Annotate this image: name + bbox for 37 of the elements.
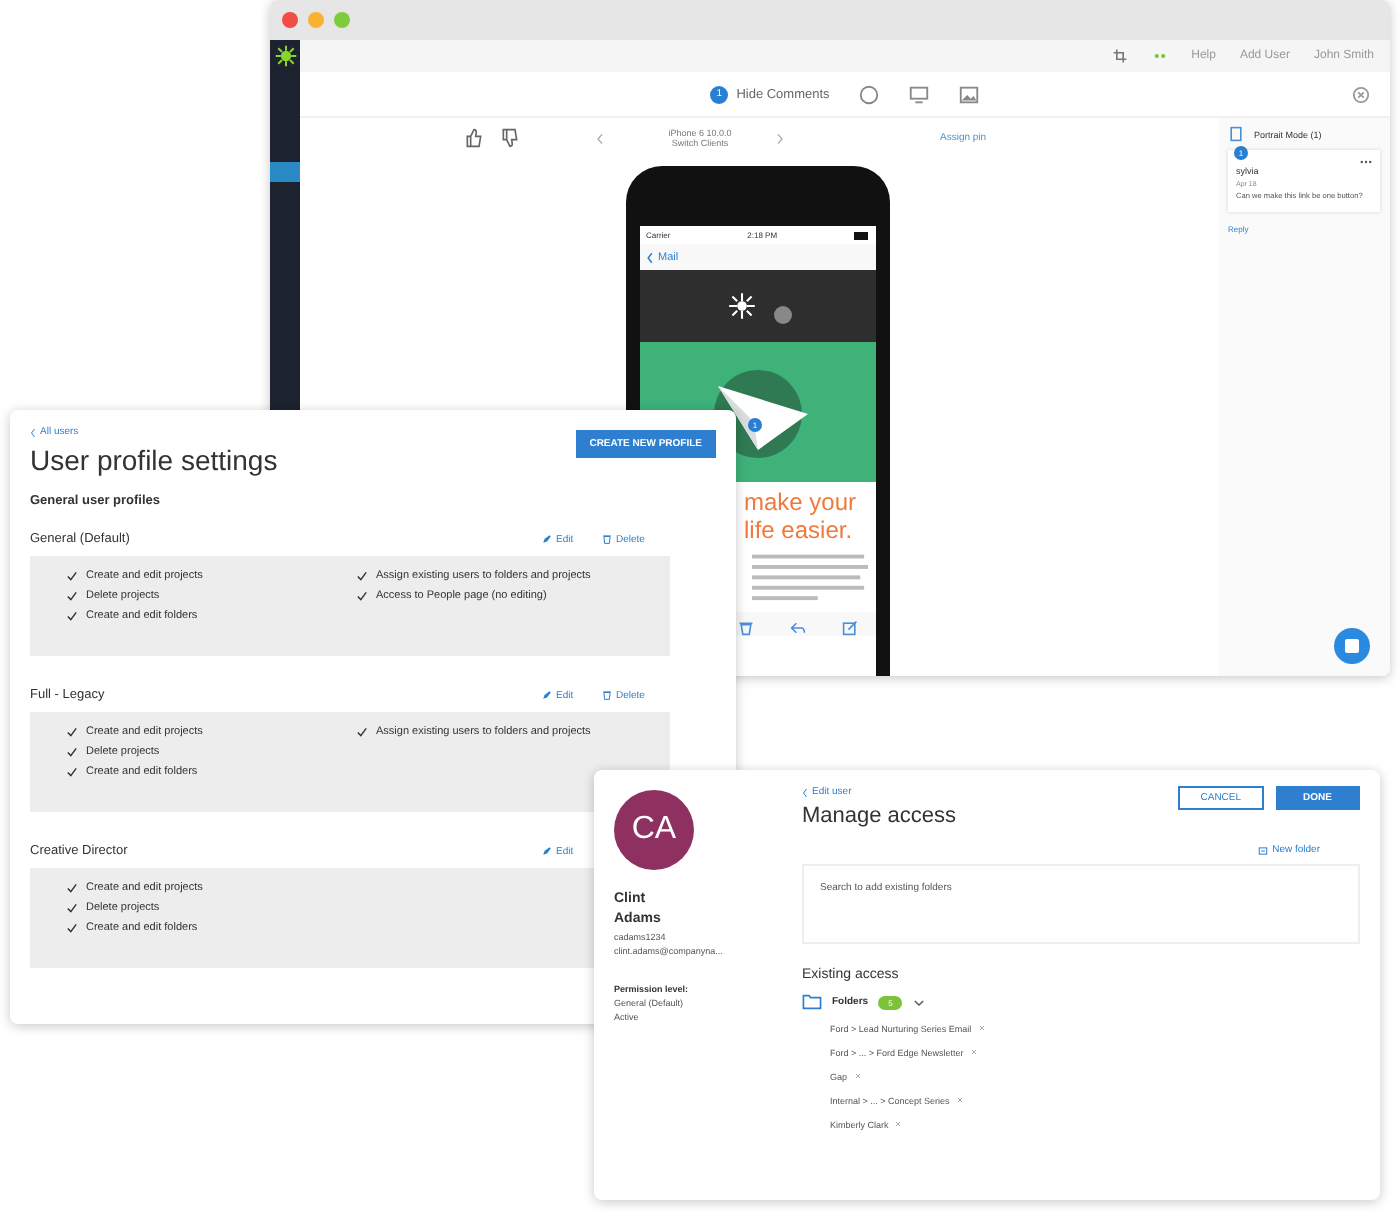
back-chevron-icon[interactable] [802,787,808,797]
back-chevron-icon[interactable] [30,427,36,437]
trash-icon[interactable] [602,690,612,700]
close-window-button[interactable] [282,12,298,28]
sidebar-active-marker[interactable] [270,162,300,182]
screen-icon[interactable] [907,83,930,105]
email-headline: life easier. [744,516,855,544]
pencil-icon[interactable] [542,846,552,856]
splat-logo-icon [273,44,297,68]
pencil-icon[interactable] [542,690,552,700]
check-icon [356,726,368,738]
image-icon[interactable] [957,83,980,105]
page-title: Manage access [802,804,957,828]
close-icon[interactable] [1352,85,1370,103]
chevron-icon[interactable] [912,995,927,1009]
page-title: User profile settings [30,444,278,476]
user-avatar: CA [614,790,694,870]
compose-icon[interactable] [842,620,858,636]
thumbs-up-icon[interactable] [464,128,484,148]
email-headline: make your [744,488,859,516]
chat-icon[interactable] [1334,628,1370,664]
text-lines-drawing [752,552,868,604]
thumbs-down-icon[interactable] [500,128,520,148]
pencil-icon[interactable] [542,534,552,544]
trash-icon[interactable] [602,534,612,544]
chevron-right-icon[interactable] [776,131,784,145]
crop-icon[interactable] [1111,48,1128,64]
reply-icon[interactable] [790,620,806,636]
folder-icon [802,994,822,1010]
avatar-circle [773,305,791,323]
back-chevron-icon[interactable] [646,251,654,263]
chevron-left-icon[interactable] [596,131,604,145]
folder-plus-icon[interactable] [1258,845,1269,855]
splat-logo-icon [725,290,757,322]
battery-icon [853,231,870,239]
dots-icon[interactable] [1151,48,1168,64]
trash-icon[interactable] [738,620,754,636]
